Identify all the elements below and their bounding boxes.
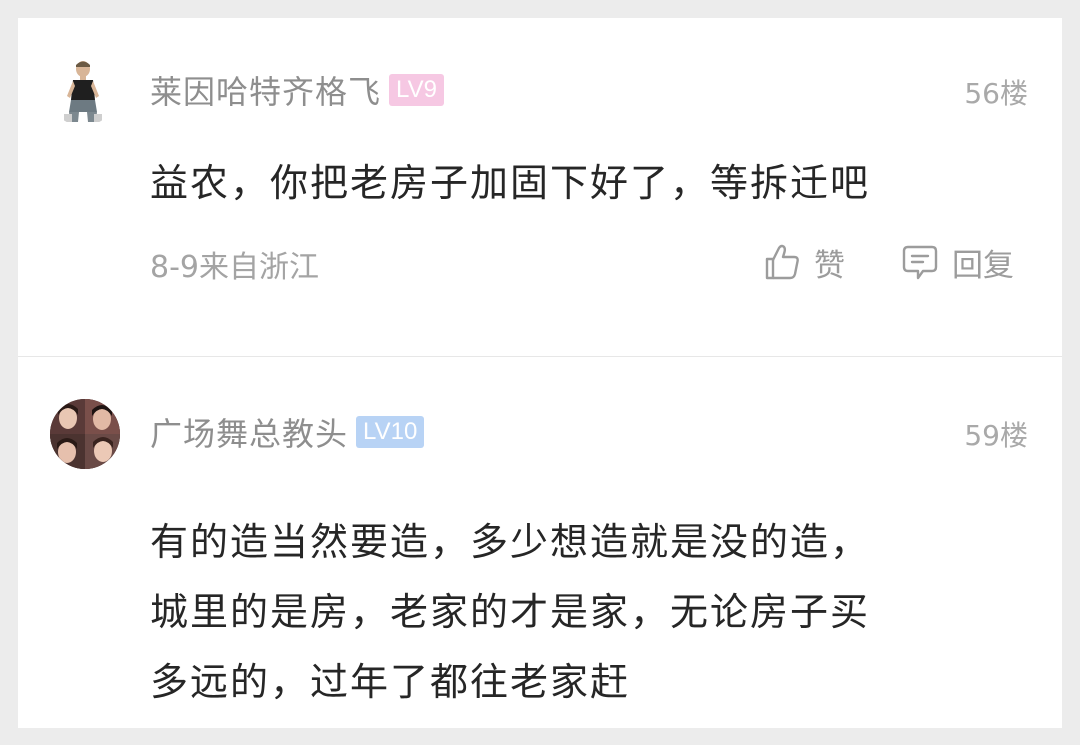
floor-number: 59楼 (964, 419, 1028, 452)
comment-meta: 8-9来自浙江 (150, 250, 319, 285)
comment-text-line: 多远的，过年了都往老家赶 (150, 660, 631, 704)
comment-text: 有的造当然要造，多少想造就是没的造， 城里的是房，老家的才是家，无论房子买 多远… (150, 507, 1030, 717)
comment-bubble-icon (902, 245, 938, 280)
avatar[interactable] (48, 56, 118, 126)
username-row: 广场舞总教头 LV10 (150, 409, 425, 455)
comment-text: 益农，你把老房子加固下好了，等拆迁吧 (150, 161, 871, 205)
reply-label: 回复 (952, 247, 1014, 284)
like-button[interactable]: 赞 (762, 240, 845, 284)
avatar[interactable] (50, 399, 120, 469)
user-photo-icon (50, 399, 120, 469)
comment-item: 莱因哈特齐格飞 LV9 56楼 益农，你把老房子加固下好了，等拆迁吧 8-9来自… (18, 18, 1062, 356)
thumbs-up-icon (765, 244, 799, 280)
comment-text-line: 有的造当然要造，多少想造就是没的造， (150, 520, 871, 564)
like-label: 赞 (814, 247, 845, 284)
level-badge: LV10 (356, 416, 425, 448)
username-row: 莱因哈特齐格飞 LV9 (150, 67, 444, 113)
username[interactable]: 广场舞总教头 (150, 409, 348, 455)
user-figure-icon (48, 56, 118, 126)
reply-button[interactable]: 回复 (900, 240, 1014, 284)
comment-item: 广场舞总教头 LV10 59楼 有的造当然要造，多少想造就是没的造， 城里的是房… (18, 357, 1062, 728)
username[interactable]: 莱因哈特齐格飞 (150, 67, 381, 113)
comment-text-line: 城里的是房，老家的才是家，无论房子买 (150, 590, 871, 634)
level-badge: LV9 (389, 74, 444, 106)
comment-card: 莱因哈特齐格飞 LV9 56楼 益农，你把老房子加固下好了，等拆迁吧 8-9来自… (18, 18, 1062, 728)
floor-number: 56楼 (964, 77, 1028, 110)
